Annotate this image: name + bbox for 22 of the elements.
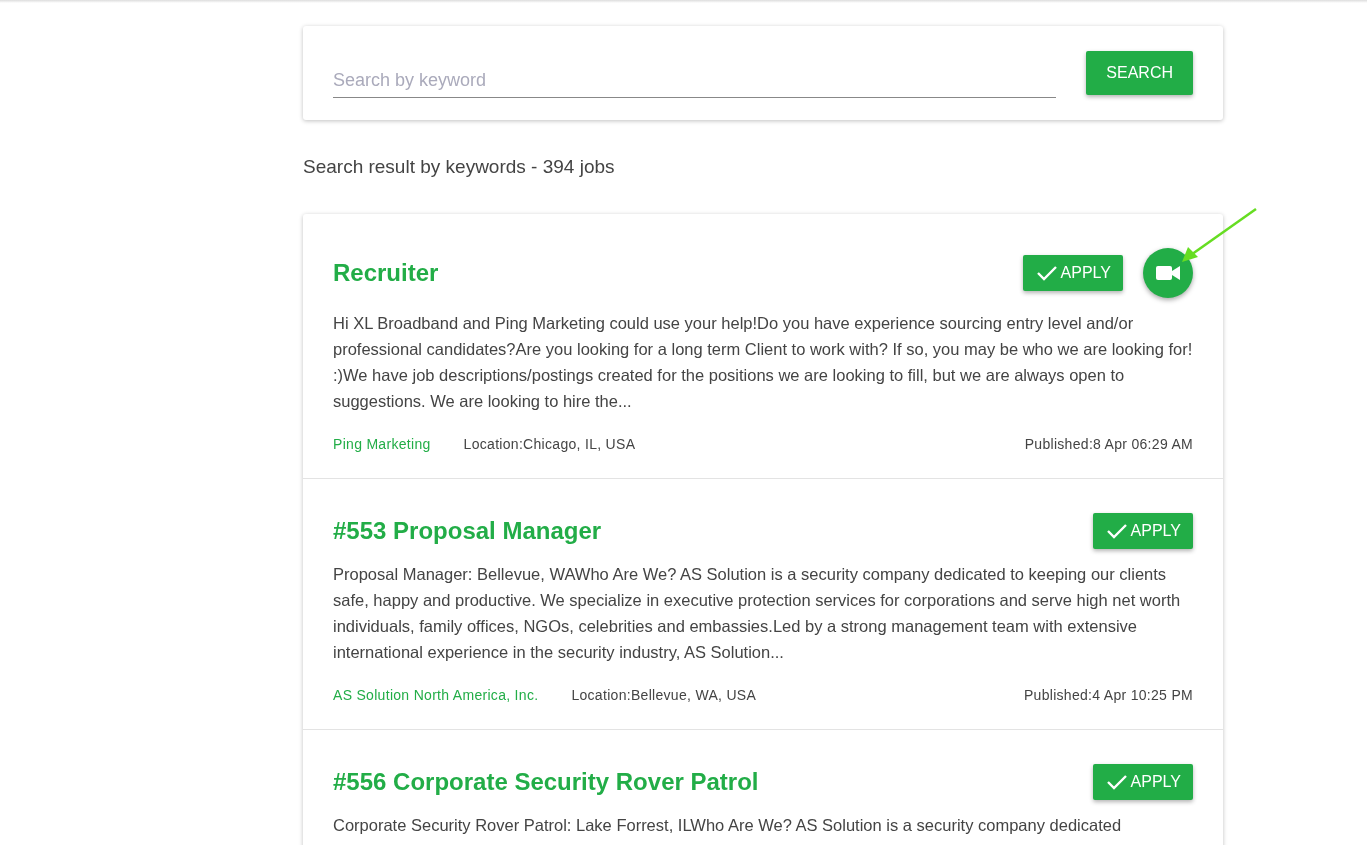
published-date: Published:8 Apr 06:29 AM bbox=[1024, 436, 1193, 452]
job-location: Location:Bellevue, WA, USA bbox=[571, 687, 757, 703]
apply-button[interactable]: APPLY bbox=[1092, 513, 1193, 549]
job-description: Hi XL Broadband and Ping Marketing could use your help!Do you have experience sourcing entry level and/or professional candidates?Are you looking for a long term Client to work with? If so, you may be who we are looking for! :)We have job descriptions/postings created for the positions we are looking to fill, but we are always open to suggestions. We are looking to hire the... bbox=[333, 313, 1193, 412]
check-icon bbox=[1106, 774, 1127, 790]
video-call-button[interactable] bbox=[1143, 248, 1193, 298]
video-camera-icon bbox=[1156, 265, 1180, 281]
job-description: Corporate Security Rover Patrol: Lake Forrest, ILWho Are We? AS Solution is a security company dedicated bbox=[333, 815, 1123, 836]
job-title[interactable]: Recruiter bbox=[333, 259, 439, 287]
job-title[interactable]: #553 Proposal Manager bbox=[333, 517, 602, 545]
check-icon bbox=[1036, 265, 1057, 281]
job-location: Location:Chicago, IL, USA bbox=[463, 436, 636, 452]
apply-button[interactable]: APPLY bbox=[1022, 255, 1123, 291]
search-button[interactable]: SEARCH bbox=[1086, 51, 1193, 95]
job-title[interactable]: #556 Corporate Security Rover Patrol bbox=[333, 768, 759, 796]
job-description: Proposal Manager: Bellevue, WAWho Are We? AS Solution is a security company dedicated to keeping our clients safe, happy and productive. We specialize in executive protection services for corporations and serve high net worth individuals, family offices, NGOs, celebrities and embassies.Led by a strong management team with extensive international experience in the security industry, AS Solution... bbox=[333, 564, 1182, 663]
result-summary: Search result by keywords - 394 jobs bbox=[303, 156, 616, 178]
company-name[interactable]: AS Solution North America, Inc. bbox=[333, 687, 539, 703]
published-date: Published:4 Apr 10:25 PM bbox=[1023, 687, 1193, 703]
company-name[interactable]: Ping Marketing bbox=[333, 436, 431, 452]
apply-button[interactable]: APPLY bbox=[1092, 764, 1193, 800]
check-icon bbox=[1106, 523, 1127, 539]
